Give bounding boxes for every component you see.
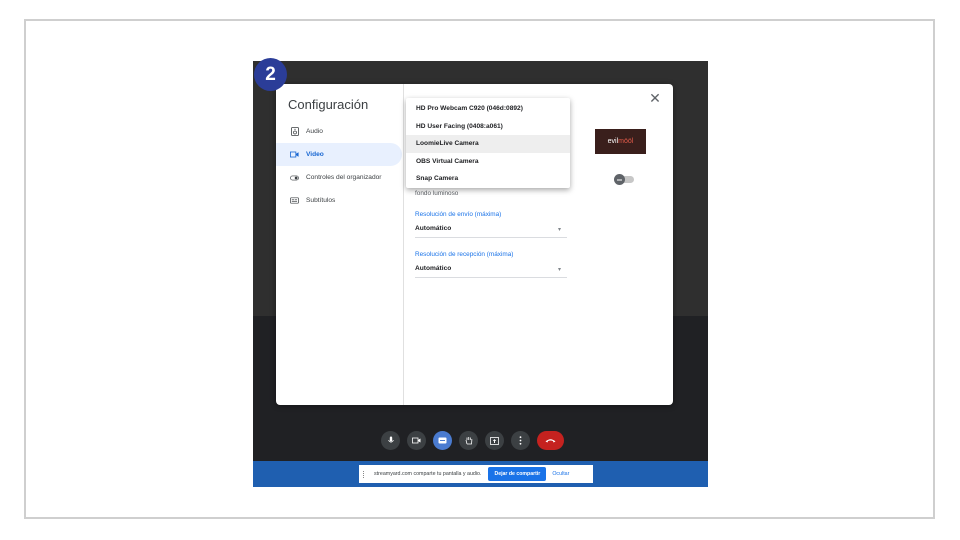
camera-option[interactable]: HD User Facing (0408:a061) bbox=[406, 118, 570, 136]
nav-label-captions: Subtítulos bbox=[306, 197, 336, 204]
camera-option[interactable]: HD Pro Webcam C920 (046d:0892) bbox=[406, 100, 570, 118]
preview-brand-left: evil bbox=[607, 138, 619, 145]
preview-brand-right: mööl bbox=[618, 138, 634, 145]
hand-icon bbox=[465, 437, 472, 445]
nav-label-host-controls: Controles del organizador bbox=[306, 174, 382, 181]
camera-option[interactable]: Snap Camera bbox=[406, 170, 570, 188]
nav-item-captions[interactable]: Subtítulos bbox=[276, 189, 402, 212]
nav-item-audio[interactable]: Audio bbox=[276, 120, 402, 143]
camera-button[interactable] bbox=[407, 431, 426, 450]
send-resolution-select[interactable]: Automático bbox=[415, 225, 451, 232]
toggle-icon bbox=[290, 174, 299, 182]
send-resolution-underline bbox=[415, 237, 567, 238]
captions-button[interactable] bbox=[433, 431, 452, 450]
step-badge: 2 bbox=[254, 58, 287, 91]
background-toggle[interactable] bbox=[614, 174, 634, 185]
send-resolution-label: Resolución de envío (máxima) bbox=[415, 211, 502, 218]
nav-item-host-controls[interactable]: Controles del organizador bbox=[276, 166, 402, 189]
more-options-button[interactable] bbox=[511, 431, 530, 450]
chevron-down-icon[interactable]: ▾ bbox=[558, 266, 561, 273]
end-call-button[interactable] bbox=[537, 431, 564, 450]
call-toolbar bbox=[253, 423, 708, 455]
more-vert-icon bbox=[519, 436, 522, 445]
mic-icon bbox=[387, 436, 394, 443]
drag-handle-icon[interactable] bbox=[363, 470, 366, 478]
settings-nav: Audio Video Controles del organizador Su… bbox=[276, 120, 402, 212]
nav-item-video[interactable]: Video bbox=[276, 143, 402, 166]
camera-option[interactable]: OBS Virtual Camera bbox=[406, 153, 570, 171]
camera-preview: evil mööl bbox=[595, 129, 646, 154]
camera-option-highlighted[interactable]: LoomieLive Camera bbox=[406, 135, 570, 153]
dialog-title: Configuración bbox=[288, 97, 369, 112]
nav-label-audio: Audio bbox=[306, 128, 323, 135]
stop-sharing-button[interactable]: Dejar de compartir bbox=[488, 467, 547, 481]
nav-divider bbox=[403, 84, 404, 405]
background-hint-text: fondo luminoso bbox=[415, 190, 459, 197]
receive-resolution-label: Resolución de recepción (máxima) bbox=[415, 251, 514, 258]
captions-icon bbox=[438, 437, 447, 444]
screen-share-bar: streamyard.com comparte tu pantalla y au… bbox=[253, 461, 708, 487]
present-icon bbox=[490, 436, 499, 445]
toggle-knob bbox=[614, 174, 625, 185]
present-button[interactable] bbox=[485, 431, 504, 450]
hang-up-icon bbox=[545, 439, 556, 443]
receive-resolution-underline bbox=[415, 277, 567, 278]
nav-label-video: Video bbox=[306, 151, 324, 158]
share-message: streamyard.com comparte tu pantalla y au… bbox=[374, 471, 482, 477]
raise-hand-button[interactable] bbox=[459, 431, 478, 450]
mic-button[interactable] bbox=[381, 431, 400, 450]
receive-resolution-select[interactable]: Automático bbox=[415, 265, 451, 272]
share-notice: streamyard.com comparte tu pantalla y au… bbox=[359, 465, 593, 483]
hide-button[interactable]: Ocultar bbox=[552, 471, 569, 477]
video-camera-icon bbox=[290, 151, 299, 159]
captions-icon bbox=[290, 197, 299, 205]
speaker-icon bbox=[290, 127, 299, 136]
chevron-down-icon[interactable]: ▾ bbox=[558, 226, 561, 233]
camera-dropdown-menu: HD Pro Webcam C920 (046d:0892) HD User F… bbox=[406, 98, 570, 188]
video-camera-icon bbox=[412, 437, 421, 444]
